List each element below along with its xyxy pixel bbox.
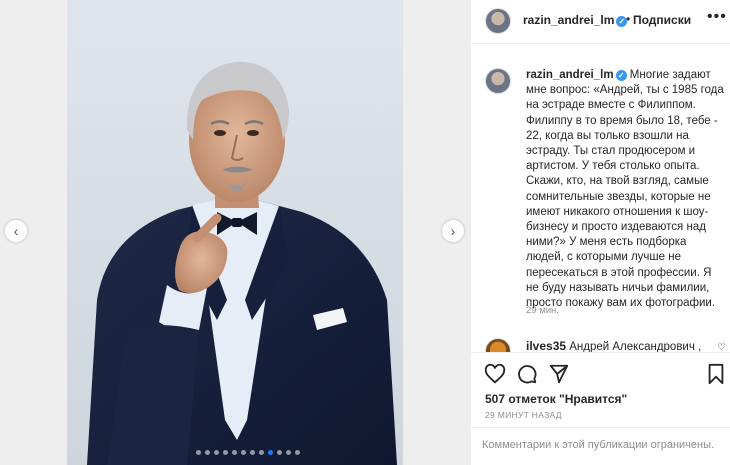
slide-dot [214,450,219,455]
slide-dot [223,450,228,455]
next-slide-button[interactable]: › [442,220,464,242]
comment-row: ilves35 Андрей Александрович , ♡ [471,333,730,353]
caption-author-avatar[interactable] [485,68,511,94]
slide-dot [232,450,237,455]
commenter-username[interactable]: ilves35 [526,339,566,353]
save-bookmark-icon[interactable] [705,363,727,385]
caption-body: Многие задают мне вопрос: «Андрей, ты с … [526,69,724,310]
comment-icon[interactable] [516,363,538,385]
chevron-right-icon: › [450,223,456,239]
previous-slide-button[interactable]: ‹ [5,220,27,242]
likes-count[interactable]: 507 отметок "Нравится" [485,392,627,406]
caption-text: razin_andrei_lm ✓ Многие задают мне вопро… [526,68,726,311]
slide-dot [277,450,282,455]
post-header: razin_andrei_lm ✓ • Подписки ••• [471,0,730,44]
like-icon[interactable] [484,363,506,385]
post-photo[interactable] [67,0,403,465]
commenter-avatar[interactable] [485,338,511,353]
author-username[interactable]: razin_andrei_lm ✓ [523,13,628,27]
slide-dot [295,450,300,455]
portrait-image [67,0,403,465]
slide-dot [241,450,246,455]
header-separator: • [626,12,631,26]
post-actions: 507 отметок "Нравится" 29 МИНУТ НАЗАД Ко… [471,352,730,464]
post-side-panel: razin_andrei_lm ✓ • Подписки ••• razin_an… [470,0,730,465]
slide-dot [250,450,255,455]
slide-dot [259,450,264,455]
slide-dot [286,450,291,455]
chevron-left-icon: ‹ [13,223,19,239]
slide-dot [196,450,201,455]
verified-badge-icon: ✓ [615,70,627,81]
caption-timestamp: 29 мин. [526,305,559,316]
comment-text: ilves35 Андрей Александрович , [526,339,701,353]
following-button[interactable]: Подписки [633,13,691,27]
posted-time: 29 МИНУТ НАЗАД [485,410,562,420]
more-options-icon[interactable]: ••• [707,8,727,26]
caption-username[interactable]: razin_andrei_lm ✓ [526,69,627,81]
author-avatar[interactable] [485,8,511,34]
slide-dot [268,450,273,455]
slide-dot [205,450,210,455]
share-icon[interactable] [548,363,570,385]
comments-restricted-notice: Комментарии к этой публикации ограничены… [471,427,730,465]
slide-indicator [196,450,300,455]
